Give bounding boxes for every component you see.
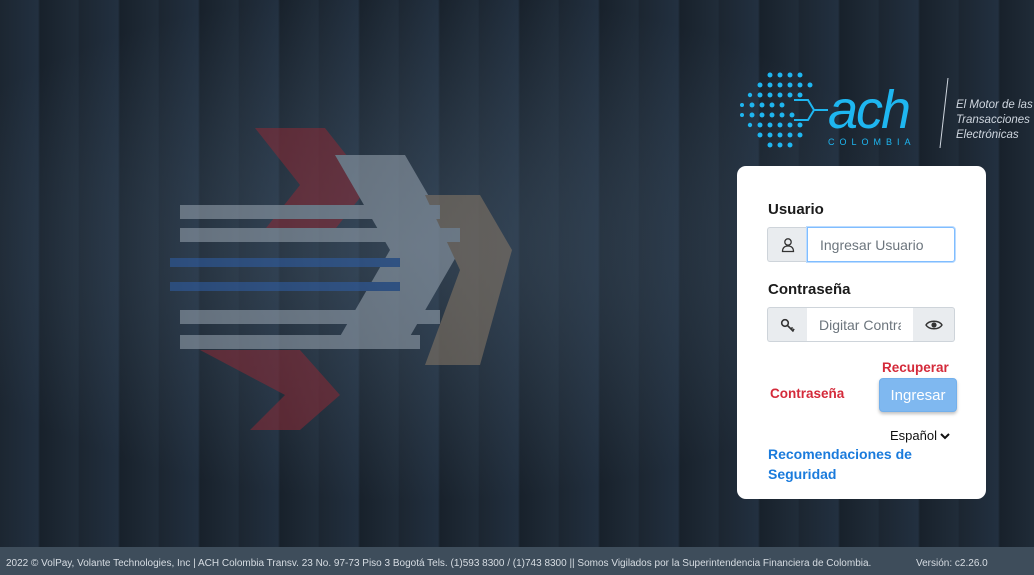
footer: 2022 © VolPay, Volante Technologies, Inc… [0, 547, 1034, 575]
arrows-emblem [170, 128, 512, 430]
tagline-line-3: Electrónicas [956, 129, 1019, 141]
footer-version: Versión: c2.26.0 [916, 558, 988, 569]
footer-copyright: 2022 © VolPay, Volante Technologies, Inc… [6, 558, 872, 569]
password-field[interactable] [807, 307, 913, 342]
user-icon [767, 227, 807, 262]
tagline-line-1: El Motor de las [956, 99, 1033, 111]
user-label: Usuario [768, 201, 824, 218]
chevron-down-icon [940, 432, 950, 439]
language-selector[interactable]: Español [890, 428, 950, 443]
username-field[interactable] [807, 227, 955, 262]
language-value: Español [890, 428, 937, 443]
login-button[interactable]: Ingresar [879, 378, 957, 412]
password-input-group [767, 307, 955, 342]
security-recommendations-link[interactable]: Recomendaciones de Seguridad [768, 444, 968, 484]
recover-password-link-line2[interactable]: Contraseña [770, 386, 844, 401]
key-icon [767, 307, 807, 342]
eye-icon[interactable] [913, 307, 955, 342]
recover-password-link-line1[interactable]: Recuperar [882, 360, 949, 375]
user-input-group [767, 227, 955, 262]
logo-tagline: El Motor de las Transacciones Electrónic… [956, 98, 1034, 143]
logo-sub: COLOMBIA [828, 137, 916, 147]
tagline-line-2: Transacciones [956, 114, 1030, 126]
logo-brand: ach [828, 80, 909, 140]
password-label: Contraseña [768, 281, 851, 298]
login-card: Usuario Contraseña Recuperar Contraseña … [737, 166, 986, 499]
